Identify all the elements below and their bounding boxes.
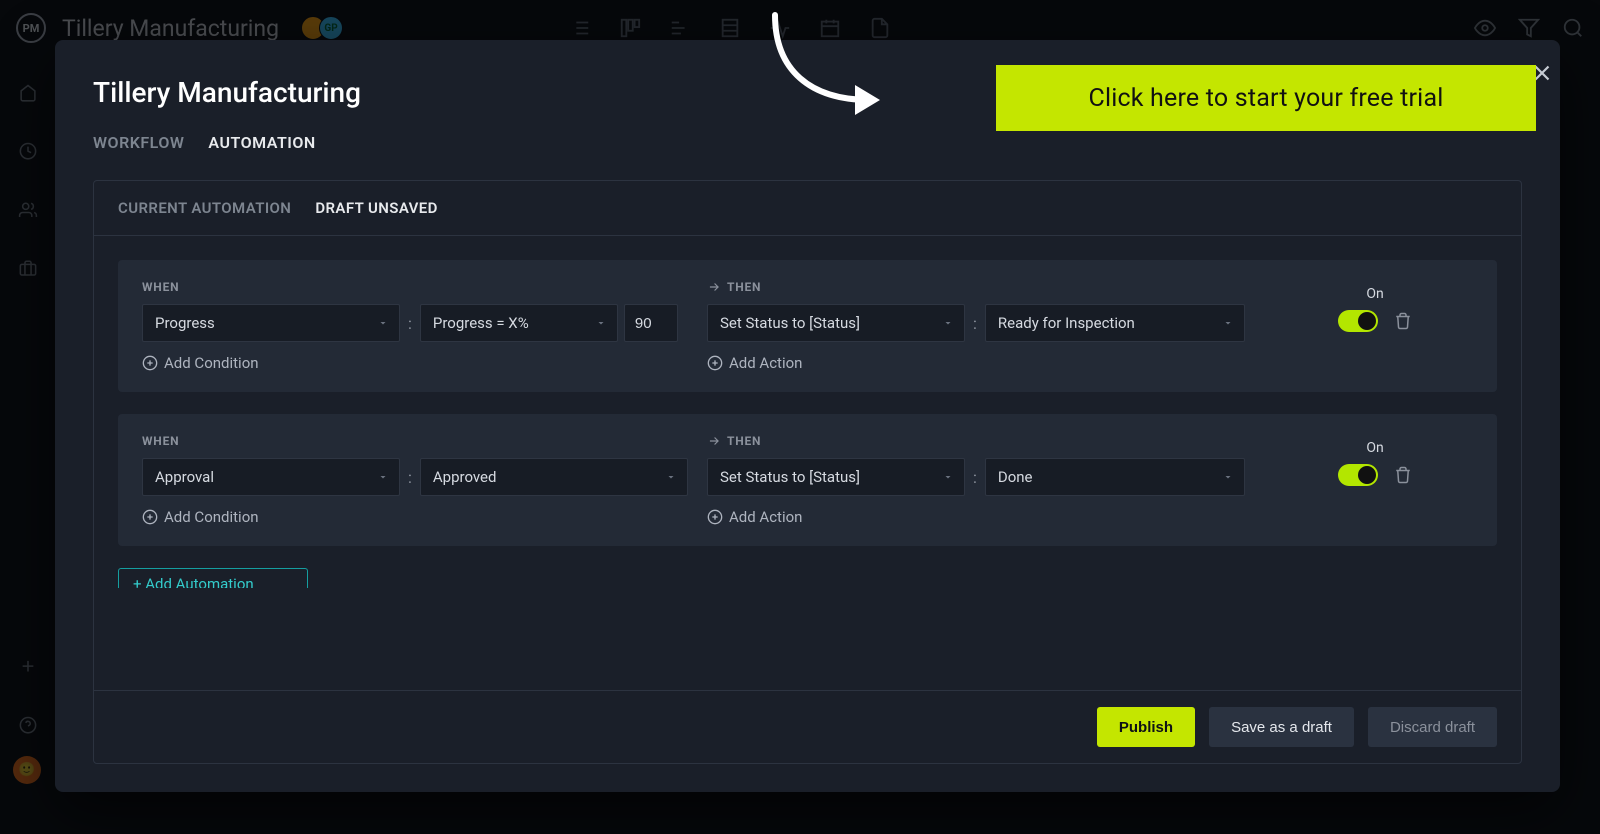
automation-settings-modal: Tillery Manufacturing WORKFLOW AUTOMATIO… bbox=[55, 40, 1560, 792]
chevron-down-icon bbox=[665, 471, 677, 483]
when-label: WHEN bbox=[142, 280, 707, 294]
modal-tabs: WORKFLOW AUTOMATION bbox=[93, 133, 1522, 152]
toggle-label: On bbox=[1366, 440, 1383, 456]
then-value-dropdown[interactable]: Ready for Inspection bbox=[985, 304, 1245, 342]
separator: : bbox=[406, 468, 414, 487]
when-operator-dropdown[interactable]: Approved bbox=[420, 458, 688, 496]
when-field-dropdown[interactable]: Progress bbox=[142, 304, 400, 342]
rule-controls: On bbox=[1277, 440, 1473, 486]
when-field-dropdown[interactable]: Approval bbox=[142, 458, 400, 496]
rule-then-column: THEN Set Status to [Status] : Ready for … bbox=[707, 280, 1277, 372]
save-draft-button[interactable]: Save as a draft bbox=[1209, 707, 1354, 747]
when-label: WHEN bbox=[142, 434, 707, 448]
discard-draft-button[interactable]: Discard draft bbox=[1368, 707, 1497, 747]
rule-when-column: WHEN Approval : Approved bbox=[142, 434, 707, 526]
plus-circle-icon bbox=[707, 509, 723, 525]
arrow-right-icon bbox=[707, 280, 721, 294]
then-action-dropdown[interactable]: Set Status to [Status] bbox=[707, 458, 965, 496]
separator: : bbox=[406, 314, 414, 333]
plus-circle-icon bbox=[707, 355, 723, 371]
free-trial-cta[interactable]: Click here to start your free trial bbox=[996, 65, 1536, 131]
toggle-label: On bbox=[1366, 286, 1383, 302]
rule-then-column: THEN Set Status to [Status] : Done bbox=[707, 434, 1277, 526]
tab-current-automation[interactable]: CURRENT AUTOMATION bbox=[118, 199, 291, 217]
rule-enabled-toggle[interactable] bbox=[1338, 310, 1378, 332]
automation-rule: WHEN Approval : Approved bbox=[118, 414, 1497, 546]
chevron-down-icon bbox=[942, 471, 954, 483]
tab-automation[interactable]: AUTOMATION bbox=[208, 133, 315, 152]
tab-workflow[interactable]: WORKFLOW bbox=[93, 133, 184, 152]
then-label: THEN bbox=[707, 434, 1277, 448]
editor-body: WHEN Progress : Progress = X% bbox=[94, 236, 1521, 690]
then-label: THEN bbox=[707, 280, 1277, 294]
when-operator-dropdown[interactable]: Progress = X% bbox=[420, 304, 618, 342]
add-condition-link[interactable]: Add Condition bbox=[142, 354, 707, 372]
trash-icon[interactable] bbox=[1394, 466, 1412, 484]
chevron-down-icon bbox=[1222, 317, 1234, 329]
trash-icon[interactable] bbox=[1394, 312, 1412, 330]
add-action-link[interactable]: Add Action bbox=[707, 354, 1277, 372]
automation-editor: CURRENT AUTOMATION DRAFT UNSAVED WHEN Pr… bbox=[93, 180, 1522, 764]
rule-enabled-toggle[interactable] bbox=[1338, 464, 1378, 486]
separator: : bbox=[971, 314, 979, 333]
plus-circle-icon bbox=[142, 509, 158, 525]
chevron-down-icon bbox=[377, 471, 389, 483]
arrow-right-icon bbox=[707, 434, 721, 448]
then-action-dropdown[interactable]: Set Status to [Status] bbox=[707, 304, 965, 342]
plus-circle-icon bbox=[142, 355, 158, 371]
chevron-down-icon bbox=[595, 317, 607, 329]
then-value-dropdown[interactable]: Done bbox=[985, 458, 1245, 496]
add-condition-link[interactable]: Add Condition bbox=[142, 508, 707, 526]
chevron-down-icon bbox=[1222, 471, 1234, 483]
editor-footer: Publish Save as a draft Discard draft bbox=[94, 690, 1521, 763]
editor-tabs: CURRENT AUTOMATION DRAFT UNSAVED bbox=[94, 181, 1521, 236]
rule-when-column: WHEN Progress : Progress = X% bbox=[142, 280, 707, 372]
publish-button[interactable]: Publish bbox=[1097, 707, 1195, 747]
chevron-down-icon bbox=[942, 317, 954, 329]
automation-rule: WHEN Progress : Progress = X% bbox=[118, 260, 1497, 392]
separator: : bbox=[971, 468, 979, 487]
rule-controls: On bbox=[1277, 286, 1473, 332]
add-automation-button[interactable]: + Add Automation bbox=[118, 568, 308, 588]
chevron-down-icon bbox=[377, 317, 389, 329]
tab-draft-unsaved[interactable]: DRAFT UNSAVED bbox=[315, 199, 438, 217]
when-value-input[interactable] bbox=[624, 304, 678, 342]
add-action-link[interactable]: Add Action bbox=[707, 508, 1277, 526]
